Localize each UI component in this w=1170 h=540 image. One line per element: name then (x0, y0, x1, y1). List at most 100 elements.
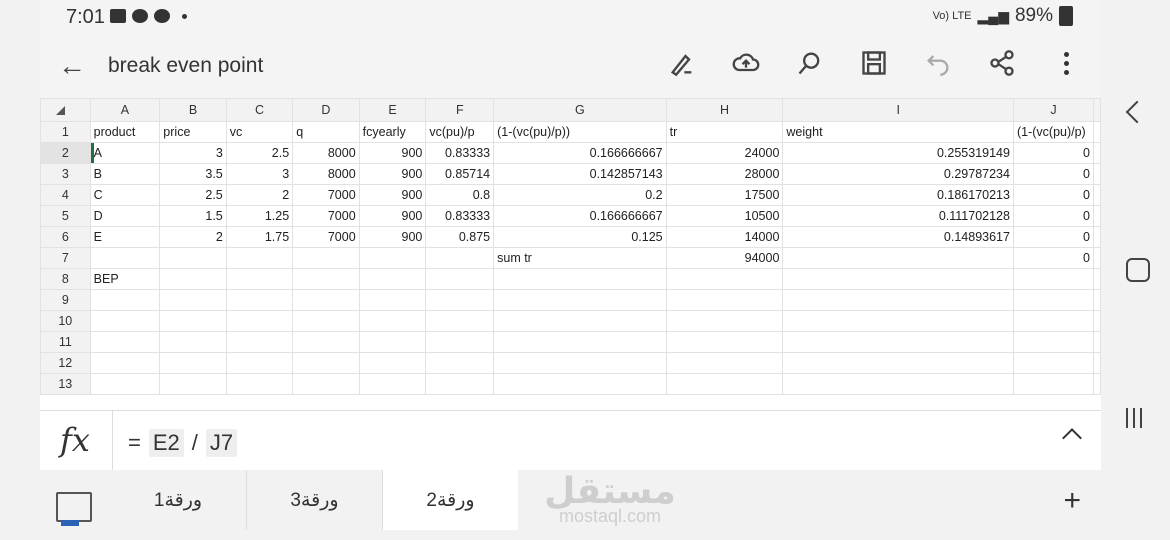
cell-d13[interactable] (292, 373, 360, 395)
cell-i3[interactable]: 0.29787234 (782, 163, 1014, 185)
cell-g11[interactable] (493, 331, 667, 353)
row-header[interactable]: 1 (40, 121, 91, 143)
upload-button[interactable] (731, 48, 761, 78)
cell-g2[interactable]: 0.166666667 (493, 142, 667, 164)
cell-h9[interactable] (665, 289, 784, 311)
draw-button[interactable] (667, 48, 697, 78)
row-header[interactable]: 13 (40, 373, 91, 395)
cell-j7[interactable]: 0 (1012, 247, 1095, 269)
cell-a3[interactable]: B (89, 163, 161, 185)
row-header[interactable]: 9 (40, 289, 91, 311)
cell-h10[interactable] (665, 310, 784, 332)
column-header-e[interactable]: E (358, 98, 427, 122)
cell-c13[interactable] (225, 373, 294, 395)
cell-e3[interactable]: 900 (358, 163, 427, 185)
cell-i13[interactable] (782, 373, 1014, 395)
row-header[interactable]: 4 (40, 184, 91, 206)
cell-h12[interactable] (665, 352, 784, 374)
cell-c6[interactable]: 1.75 (225, 226, 294, 248)
undo-button[interactable] (923, 48, 953, 78)
cell-e11[interactable] (358, 331, 427, 353)
cell-d8[interactable] (292, 268, 360, 290)
cell-c7[interactable] (225, 247, 294, 269)
cell-h3[interactable]: 28000 (665, 163, 784, 185)
formula-ref-j7[interactable]: J7 (205, 429, 238, 457)
cell-i10[interactable] (782, 310, 1014, 332)
sheet-tab-3[interactable]: ورقة3 (247, 470, 382, 530)
cell-i2[interactable]: 0.255319149 (782, 142, 1014, 164)
cell-e8[interactable] (358, 268, 427, 290)
save-button[interactable] (859, 48, 889, 78)
cell-f13[interactable] (425, 373, 495, 395)
cell-b12[interactable] (159, 352, 227, 374)
cell-e2[interactable]: 900 (358, 142, 427, 164)
cell-i6[interactable]: 0.14893617 (782, 226, 1014, 248)
cell-b5[interactable]: 1.5 (159, 205, 227, 227)
row-header[interactable]: 5 (40, 205, 91, 227)
cell-d12[interactable] (292, 352, 360, 374)
cell-i7[interactable] (782, 247, 1014, 269)
chevron-up-icon[interactable] (1062, 428, 1082, 448)
cell-f10[interactable] (425, 310, 495, 332)
cell-f6[interactable]: 0.875 (425, 226, 495, 248)
cell-h11[interactable] (665, 331, 784, 353)
cell-f4[interactable]: 0.8 (425, 184, 495, 206)
function-icon[interactable]: fx (60, 421, 90, 459)
cell-g13[interactable] (493, 373, 667, 395)
cell-i9[interactable] (782, 289, 1014, 311)
cell-b11[interactable] (159, 331, 227, 353)
cell-g6[interactable]: 0.125 (493, 226, 667, 248)
cell-a7[interactable] (89, 247, 161, 269)
cell-h4[interactable]: 17500 (665, 184, 784, 206)
cell-d3[interactable]: 8000 (292, 163, 360, 185)
cell-a13[interactable] (89, 373, 161, 395)
cell-i8[interactable] (782, 268, 1014, 290)
cell-d7[interactable] (292, 247, 360, 269)
cell-j5[interactable]: 0 (1012, 205, 1095, 227)
cell-b6[interactable]: 2 (159, 226, 227, 248)
cell-f8[interactable] (425, 268, 495, 290)
cell-d5[interactable]: 7000 (292, 205, 360, 227)
cell-c3[interactable]: 3 (225, 163, 294, 185)
cell-e13[interactable] (358, 373, 427, 395)
cell-b8[interactable] (159, 268, 227, 290)
cell-i1[interactable]: weight (782, 121, 1014, 143)
cell-b3[interactable]: 3.5 (159, 163, 227, 185)
cell-d4[interactable]: 7000 (292, 184, 360, 206)
cell-j10[interactable] (1012, 310, 1095, 332)
column-header-j[interactable]: J (1012, 98, 1095, 122)
cell-g12[interactable] (493, 352, 667, 374)
cell-b13[interactable] (159, 373, 227, 395)
row-header[interactable]: 11 (40, 331, 91, 353)
cell-c10[interactable] (225, 310, 294, 332)
cell-b10[interactable] (159, 310, 227, 332)
cell-f2[interactable]: 0.83333 (425, 142, 495, 164)
cell-e5[interactable]: 900 (358, 205, 427, 227)
formula-ref-e2[interactable]: E2 (148, 429, 184, 457)
cell-c8[interactable] (225, 268, 294, 290)
cell-b1[interactable]: price (159, 121, 227, 143)
cell-e12[interactable] (358, 352, 427, 374)
cell-i4[interactable]: 0.186170213 (782, 184, 1014, 206)
row-header[interactable]: 8 (40, 268, 91, 290)
cell-a8[interactable]: BEP (89, 268, 161, 290)
cell-g1[interactable]: (1-(vc(pu)/p)) (493, 121, 667, 143)
cell-j9[interactable] (1012, 289, 1095, 311)
more-options-icon[interactable] (1051, 48, 1081, 78)
cell-f3[interactable]: 0.85714 (425, 163, 495, 185)
sheet-tab-1[interactable]: ورقة1 (110, 470, 246, 530)
cell-c5[interactable]: 1.25 (225, 205, 294, 227)
cell-d10[interactable] (292, 310, 360, 332)
cell-c9[interactable] (225, 289, 294, 311)
add-sheet-icon[interactable]: + (1063, 484, 1081, 518)
cell-e1[interactable]: fcyearly (358, 121, 427, 143)
cell-a2[interactable]: A (89, 142, 161, 164)
cell-c2[interactable]: 2.5 (225, 142, 294, 164)
cell-a4[interactable]: C (89, 184, 161, 206)
cell-g4[interactable]: 0.2 (493, 184, 667, 206)
cell-a12[interactable] (89, 352, 161, 374)
cell-b7[interactable] (159, 247, 227, 269)
cell-e10[interactable] (358, 310, 427, 332)
column-header-a[interactable]: A (89, 98, 161, 122)
cell-e7[interactable] (358, 247, 427, 269)
